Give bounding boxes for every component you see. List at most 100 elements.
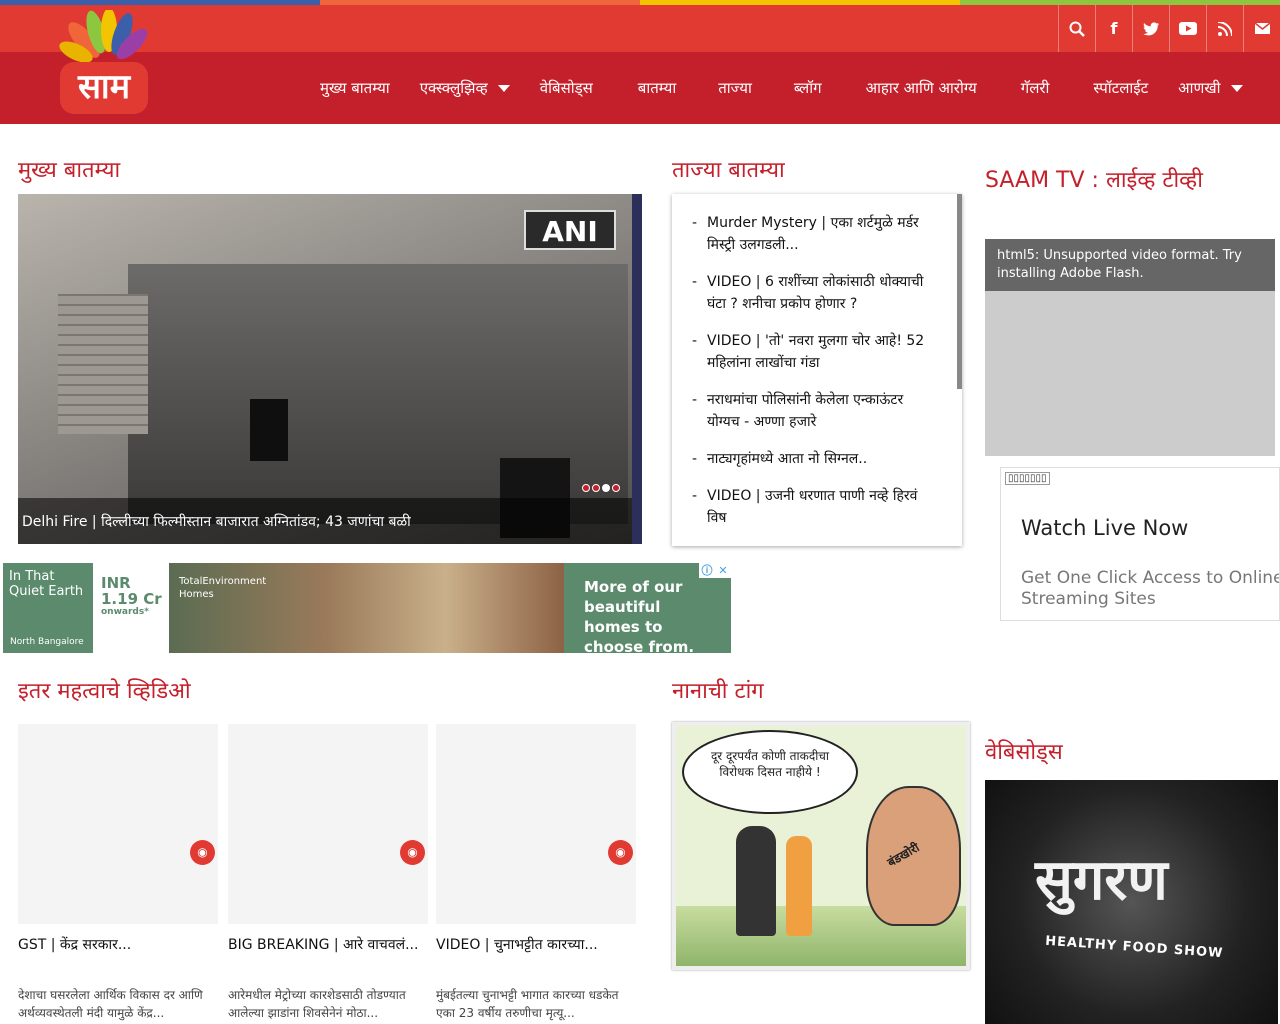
nav-label: स्पॉटलाईट: [1093, 79, 1149, 97]
nav-label: बातम्या: [637, 79, 677, 97]
nav-item-gallery[interactable]: गॅलरी: [1021, 78, 1050, 98]
bullet-dash: -: [692, 274, 698, 290]
slider-dot[interactable]: [592, 484, 600, 492]
info-icon[interactable]: ⓘ: [699, 563, 715, 578]
slide-edge: [632, 194, 642, 544]
latest-news-item[interactable]: - VIDEO | 6 राशींच्या लोकांसाठी धोक्याची …: [692, 271, 936, 315]
slider-dots: [582, 484, 620, 492]
nav-label: आहार आणि आरोग्य: [865, 79, 977, 97]
latest-news-text: Murder Mystery | एका शर्टमुळे मर्डर मिस्…: [707, 215, 919, 253]
search-icon[interactable]: [1058, 5, 1095, 52]
main-nav: मुख्य बातम्या एक्स्क्लुझिव्ह वेबिसोड्स ब…: [320, 52, 1273, 124]
video-card[interactable]: ◉ GST | केंद्र सरकार... देशाचा घसरलेला आ…: [18, 724, 218, 1022]
slider-dot[interactable]: [582, 484, 590, 492]
cartoon-image[interactable]: दूर दूरपर्यंत कोणी ताकदीचा विरोधक दिसत न…: [672, 722, 970, 970]
close-icon[interactable]: ✕: [715, 563, 731, 578]
ad-price: INR 1.19 Cr: [101, 574, 162, 608]
twitter-icon[interactable]: [1132, 5, 1169, 52]
video-thumbnail[interactable]: ◉: [436, 724, 636, 924]
ad-image: TotalEnvironment Homes: [169, 563, 564, 653]
live-ad[interactable]: ▯▯▯▯▯▯▯ Watch Live Now Get One Click Acc…: [1000, 467, 1280, 621]
main-news-slider[interactable]: ANI Delhi Fire | दिल्लीच्या फिल्मीस्तान …: [18, 194, 642, 544]
cartoon-title: नानाची टांग: [672, 679, 764, 704]
slide-image-detail: [250, 399, 288, 461]
nav-label: गॅलरी: [1020, 79, 1050, 97]
nav-label: ताज्या: [718, 79, 752, 97]
nav-item-blog[interactable]: ब्लॉग: [794, 78, 822, 98]
ad-left-text: In That Quiet Earth: [9, 569, 84, 599]
latest-news-text: VIDEO | 'तो' नवरा मुलगा चोर आहे! 52 महिल…: [707, 333, 925, 371]
slider-dot[interactable]: [612, 484, 620, 492]
cartoon-figure: [736, 826, 776, 936]
site-logo[interactable]: साम: [54, 8, 154, 118]
latest-news-item[interactable]: - नराधमांचा पोलिसांनी केलेला एन्काऊंटर यो…: [692, 389, 936, 433]
nav-item-more[interactable]: आणखी: [1178, 78, 1243, 98]
nav-label: एक्स्क्लुझिव्ह: [419, 79, 488, 97]
webisodes-title: वेबिसोड्स: [985, 740, 1063, 765]
nav-item-exclusive[interactable]: एक्स्क्लुझिव्ह: [420, 78, 510, 98]
nav-item-diet-health[interactable]: आहार आणि आरोग्य: [866, 78, 977, 98]
video-title[interactable]: VIDEO | चुनाभट्टीत कारच्या...: [436, 935, 636, 954]
chevron-down-icon: [497, 84, 510, 92]
latest-news-item[interactable]: - VIDEO | 'तो' नवरा मुलगा चोर आहे! 52 महि…: [692, 330, 936, 374]
scrollbar[interactable]: [957, 194, 962, 389]
bullet-dash: -: [692, 215, 698, 231]
latest-news-item[interactable]: - Murder Mystery | एका शर्टमुळे मर्डर मिस…: [692, 212, 936, 256]
nav-item-spotlight[interactable]: स्पॉटलाईट: [1093, 78, 1148, 98]
nav-item-news[interactable]: बातम्या: [638, 78, 676, 98]
ad-left-panel: In That Quiet Earth North Bangalore: [3, 563, 93, 653]
ani-watermark: ANI: [524, 210, 616, 250]
live-video-player[interactable]: html5: Unsupported video format. Try ins…: [985, 239, 1275, 456]
nav-label: मुख्य बातम्या: [320, 79, 390, 97]
youtube-icon[interactable]: [1169, 5, 1206, 52]
latest-news-item[interactable]: - VIDEO | उजनी धरणात पाणी नव्हे हिरवं विष: [692, 485, 936, 529]
slider-dot-active[interactable]: [602, 484, 610, 492]
nav-item-webisodes[interactable]: वेबिसोड्स: [540, 78, 593, 98]
latest-news-text: नाट्यगृहांमध्ये आता नो सिग्नल..: [707, 451, 868, 467]
webisode-thumbnail[interactable]: सुगरण HEALTHY FOOD SHOW: [985, 780, 1278, 1024]
show-name: सुगरण: [1035, 848, 1168, 913]
nav-label: वेबिसोड्स: [539, 79, 593, 97]
ad-right-text: More of our beautiful homes to choose fr…: [584, 578, 695, 653]
bullet-dash: -: [692, 333, 698, 349]
main-news-title: मुख्य बातम्या: [18, 158, 121, 183]
latest-news-title: ताज्या बातम्या: [672, 158, 785, 183]
camera-icon[interactable]: ◉: [608, 840, 633, 865]
video-title[interactable]: BIG BREAKING | आरे वाचवलं...: [228, 935, 428, 954]
ad-price-panel: INR 1.19 Cr onwards*: [93, 563, 169, 653]
bullet-dash: -: [692, 392, 698, 408]
latest-news-item[interactable]: - नाट्यगृहांमध्ये आता नो सिग्नल..: [692, 448, 936, 470]
logo-text: साम: [77, 67, 131, 107]
speech-bubble: दूर दूरपर्यंत कोणी ताकदीचा विरोधक दिसत न…: [682, 730, 858, 814]
latest-news-text: VIDEO | 6 राशींच्या लोकांसाठी धोक्याची घ…: [707, 274, 924, 312]
video-card[interactable]: ◉ VIDEO | चुनाभट्टीत कारच्या... मुंबईतल्…: [436, 724, 636, 1022]
ad-subtext: Get One Click Access to Online Streaming…: [1021, 568, 1280, 609]
video-description: देशाचा घसरलेला आर्थिक विकास दर आणि अर्थव…: [18, 988, 203, 1020]
bullet-dash: -: [692, 451, 698, 467]
mail-icon[interactable]: [1243, 5, 1280, 52]
social-links: f: [1058, 5, 1280, 52]
ad-right-panel: More of our beautiful homes to choose fr…: [564, 563, 731, 653]
nav-item-main-news[interactable]: मुख्य बातम्या: [320, 78, 390, 98]
video-card[interactable]: ◉ BIG BREAKING | आरे वाचवलं... आरेमधील म…: [228, 724, 428, 1022]
nav-item-latest[interactable]: ताज्या: [718, 78, 752, 98]
slide-caption[interactable]: Delhi Fire | दिल्लीच्या फिल्मीस्तान बाजा…: [18, 498, 632, 544]
show-subtitle: HEALTHY FOOD SHOW: [1044, 933, 1224, 962]
ad-badge: ▯▯▯▯▯▯▯: [1005, 472, 1050, 485]
camera-icon[interactable]: ◉: [190, 840, 215, 865]
ad-banner[interactable]: In That Quiet Earth North Bangalore INR …: [3, 563, 731, 653]
camera-icon[interactable]: ◉: [400, 840, 425, 865]
facebook-icon[interactable]: f: [1095, 5, 1132, 52]
video-description: आरेमधील मेट्रोच्या कारशेडसाठी तोडण्यात आ…: [228, 988, 406, 1020]
ad-heading[interactable]: Watch Live Now: [1021, 516, 1188, 540]
rss-icon[interactable]: [1206, 5, 1243, 52]
ad-brand: TotalEnvironment Homes: [179, 576, 267, 600]
ad-left-sub: North Bangalore: [10, 637, 84, 647]
video-thumbnail[interactable]: ◉: [228, 724, 428, 924]
cartoon-figure: [786, 836, 812, 936]
video-thumbnail[interactable]: ◉: [18, 724, 218, 924]
ad-price-note: onwards*: [101, 607, 149, 617]
live-tv-title: SAAM TV : लाईव्ह टीव्ही: [985, 168, 1203, 193]
video-title[interactable]: GST | केंद्र सरकार...: [18, 935, 218, 954]
cartoon-art: दूर दूरपर्यंत कोणी ताकदीचा विरोधक दिसत न…: [676, 726, 966, 966]
